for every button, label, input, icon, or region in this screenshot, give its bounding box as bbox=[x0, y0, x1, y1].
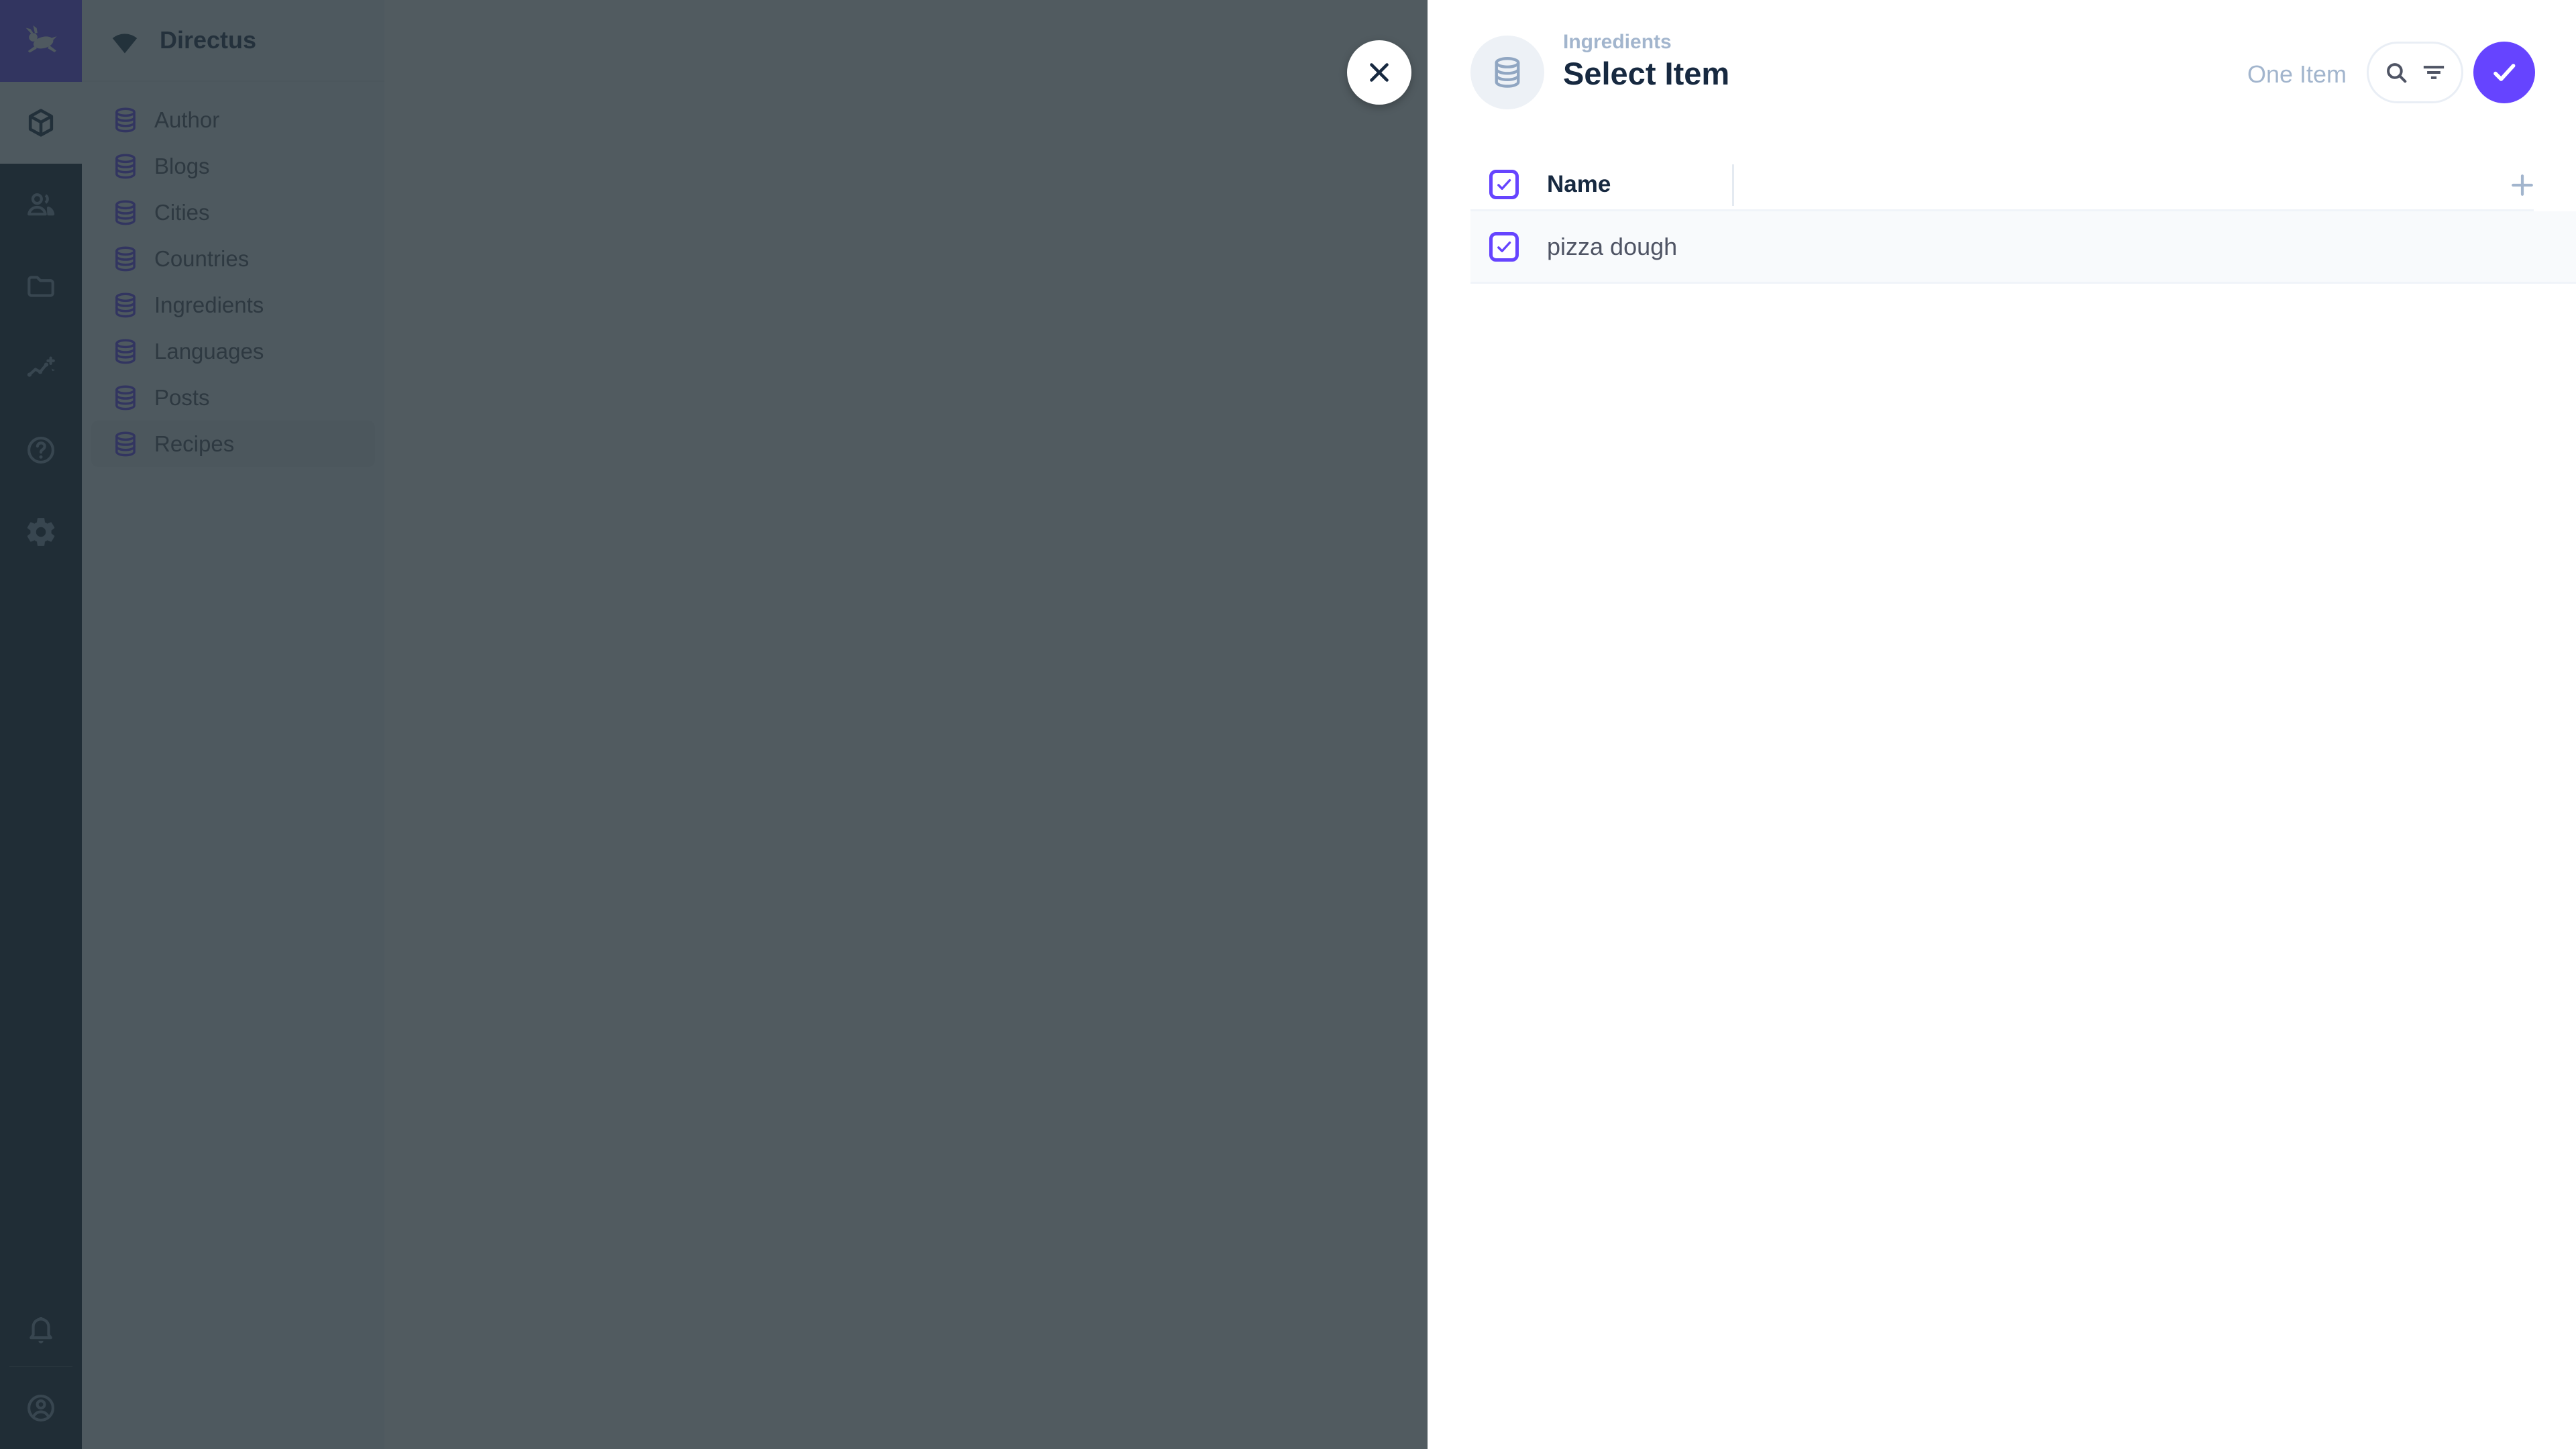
add-column-button[interactable] bbox=[2498, 161, 2546, 209]
drawer-close-button[interactable] bbox=[1347, 40, 1411, 105]
checkbox-check-icon bbox=[1494, 174, 1514, 195]
drawer-collection-name: Ingredients bbox=[1563, 31, 1672, 54]
drawer-collection-avatar bbox=[1470, 36, 1544, 109]
dim-overlay[interactable] bbox=[0, 0, 1428, 1449]
select-all-checkbox[interactable] bbox=[1489, 170, 1519, 199]
table-header: Name bbox=[1470, 159, 2534, 211]
column-resize-handle[interactable] bbox=[1732, 164, 1734, 206]
search-filter-pill bbox=[2367, 42, 2463, 103]
drawer-title: Select Item bbox=[1563, 55, 1729, 92]
selection-count-label: One Item bbox=[2247, 60, 2347, 89]
select-item-drawer: Ingredients Select Item One Item Name pi… bbox=[1428, 0, 2576, 1449]
row-checkbox[interactable] bbox=[1489, 232, 1519, 262]
filter-icon[interactable] bbox=[2420, 58, 2448, 87]
search-icon[interactable] bbox=[2382, 58, 2410, 87]
close-icon bbox=[1364, 57, 1395, 88]
column-header-name[interactable]: Name bbox=[1547, 171, 1611, 198]
row-name-cell: pizza dough bbox=[1547, 233, 1677, 261]
plus-icon bbox=[2508, 170, 2537, 200]
check-icon bbox=[2488, 56, 2520, 89]
database-icon bbox=[1490, 55, 1525, 90]
table-row[interactable]: pizza dough bbox=[1470, 211, 2576, 284]
checkbox-check-icon bbox=[1494, 237, 1514, 257]
confirm-selection-button[interactable] bbox=[2473, 42, 2535, 103]
directus-app: Directus Author Blogs Cities Countries I… bbox=[0, 0, 2576, 1449]
